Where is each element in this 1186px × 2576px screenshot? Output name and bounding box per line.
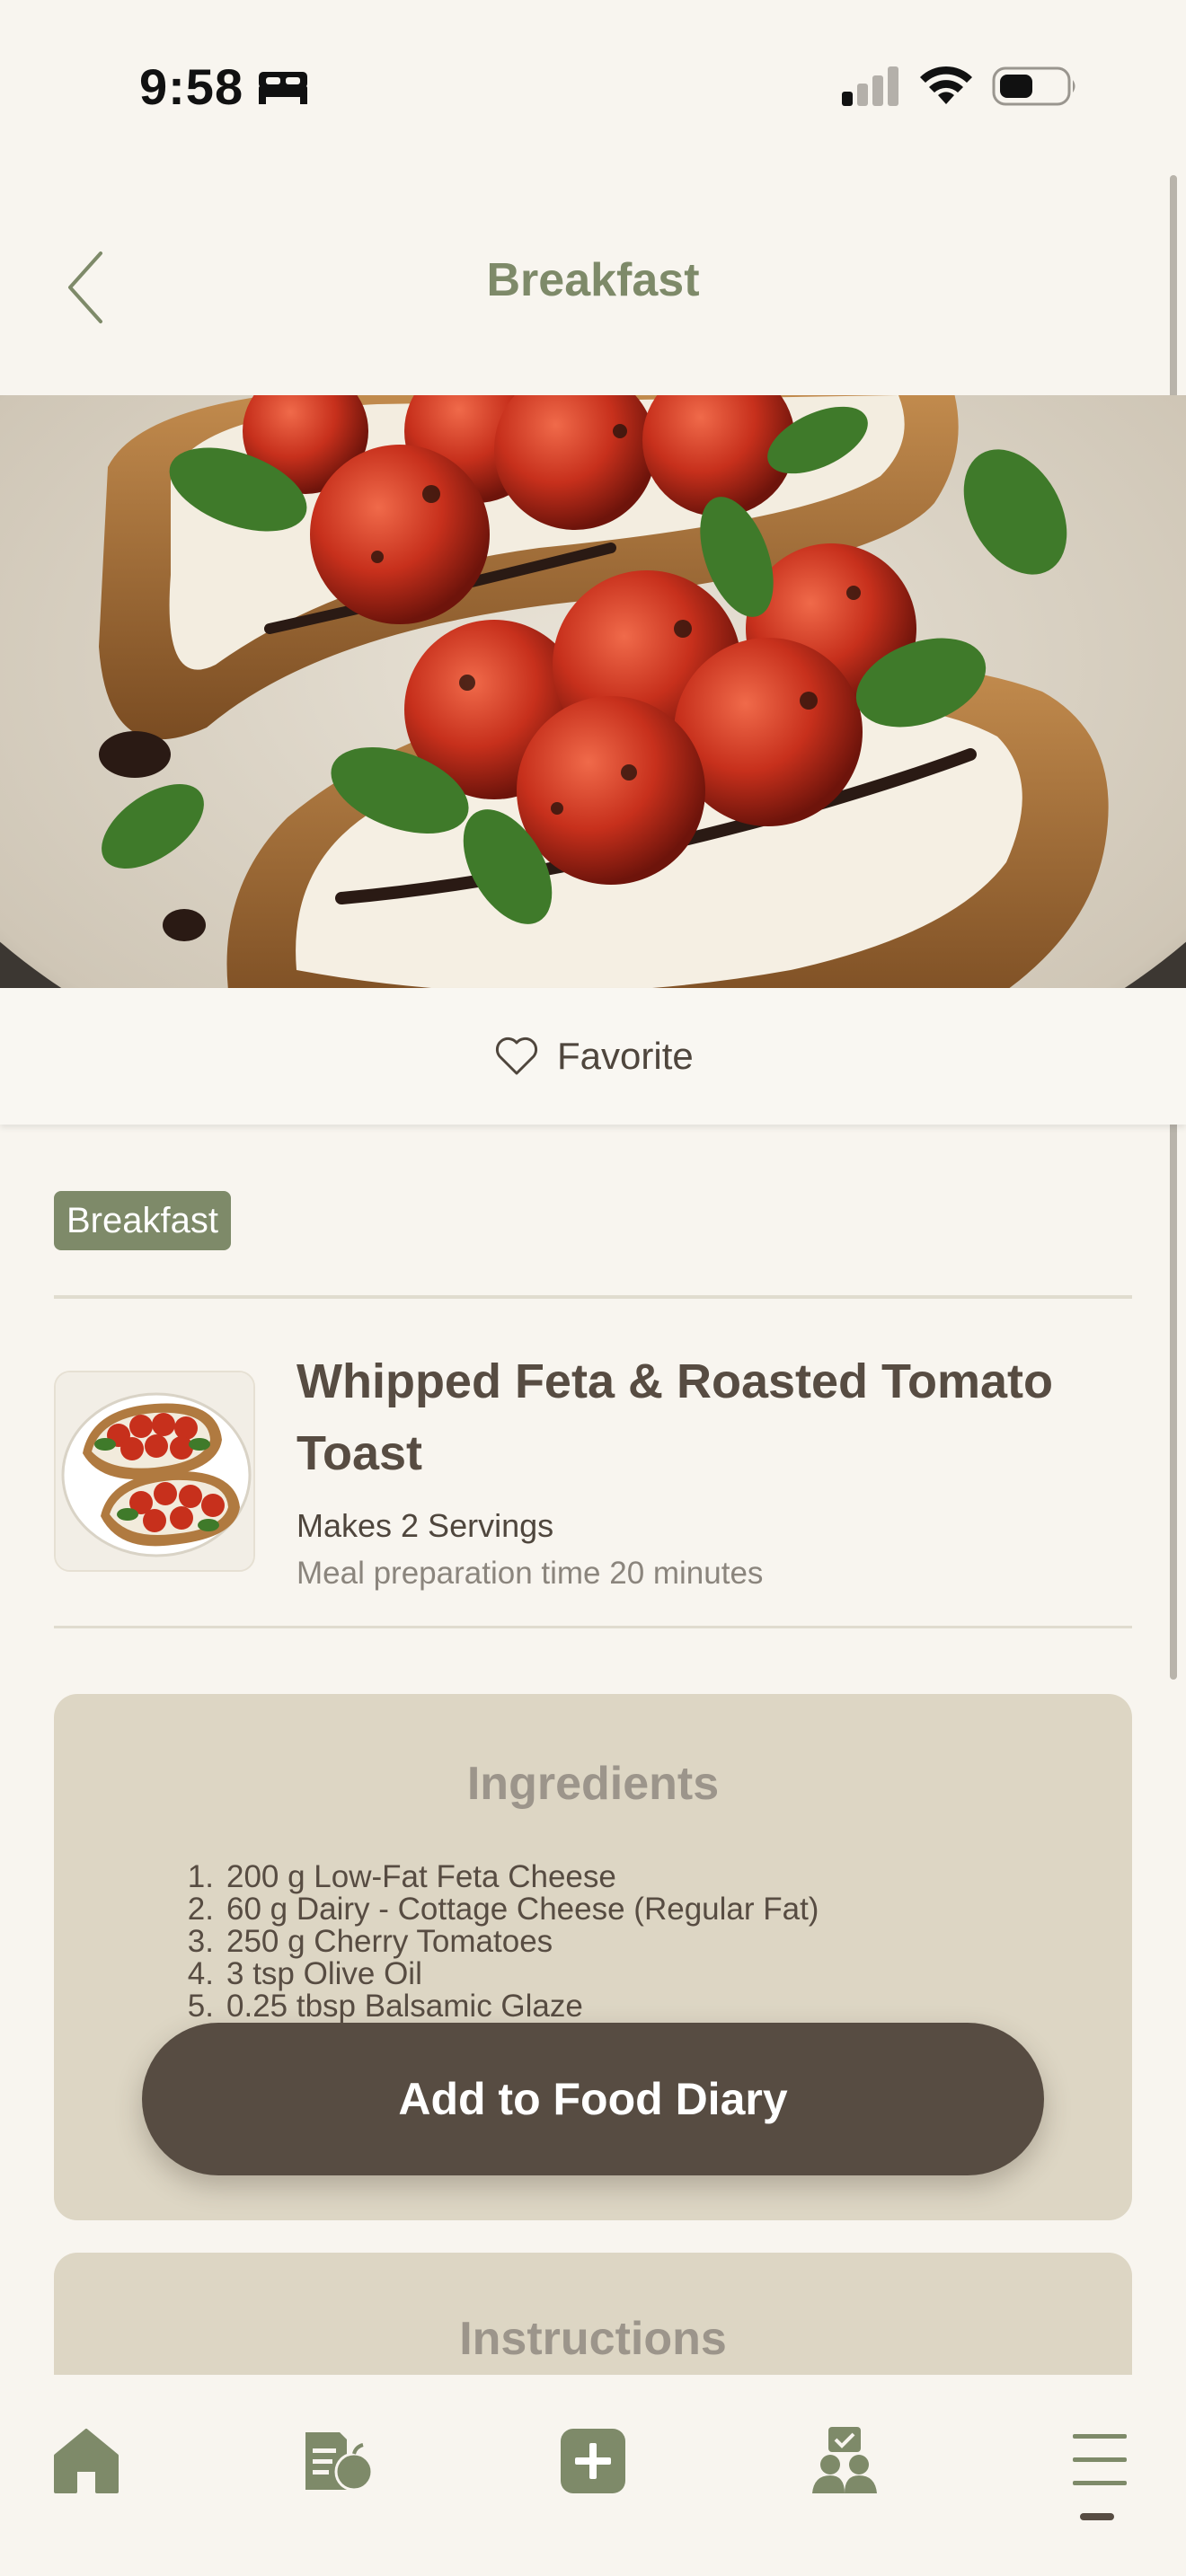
recipe-detail-screen: 9:58 Breakfast Favorite Breakfast Whippe…: [0, 0, 1186, 2576]
divider: [54, 1295, 1132, 1299]
wifi-icon: [920, 66, 972, 104]
header: Breakfast: [0, 171, 1186, 395]
recipe-title: Whipped Feta & Roasted Tomato Toast: [296, 1354, 1054, 1480]
favorite-button[interactable]: Favorite: [494, 1031, 694, 1081]
ingredient-list: 1. 200 g Low-Fat Feta Cheese 2. 60 g Dairy…: [171, 1861, 1069, 2023]
bottom-nav: [0, 2375, 1186, 2576]
signal-icon: [842, 66, 898, 106]
list-number: 3.: [187, 1924, 214, 1959]
ingredient-text: 60 g Dairy - Cottage Cheese (Regular Fat…: [226, 1892, 819, 1927]
menu-icon[interactable]: [1064, 2425, 1136, 2497]
recipe-hero-image: [0, 395, 1186, 988]
battery-icon: [992, 66, 1075, 106]
favorite-bar: Favorite: [0, 988, 1186, 1125]
recipe-thumbnail: [54, 1371, 255, 1572]
ingredients-title: Ingredients: [466, 1758, 720, 1810]
list-number: 1.: [187, 1859, 214, 1894]
instructions-title: Instructions: [459, 2313, 727, 2365]
add-icon[interactable]: [557, 2425, 629, 2497]
servings-text: Makes 2 Servings: [296, 1507, 554, 1544]
list-item: 5. 0.25 tbsp Balsamic Glaze: [171, 1990, 1069, 2023]
add-to-food-diary-button[interactable]: Add to Food Diary: [142, 2023, 1044, 2175]
category-tag: Breakfast: [54, 1191, 231, 1250]
page-title: Breakfast: [486, 254, 700, 306]
list-item: 4. 3 tsp Olive Oil: [171, 1958, 1069, 1990]
home-icon[interactable]: [50, 2425, 122, 2497]
list-item: 2. 60 g Dairy - Cottage Cheese (Regular F…: [171, 1893, 1069, 1926]
list-item: 3. 250 g Cherry Tomatoes: [171, 1926, 1069, 1958]
list-item: 1. 200 g Low-Fat Feta Cheese: [171, 1861, 1069, 1893]
list-number: 4.: [187, 1956, 214, 1991]
ingredient-text: 0.25 tbsp Balsamic Glaze: [226, 1989, 583, 2024]
favorite-label: Favorite: [557, 1035, 694, 1077]
list-number: 2.: [187, 1892, 214, 1927]
community-icon[interactable]: [809, 2425, 881, 2497]
ingredient-text: 250 g Cherry Tomatoes: [226, 1924, 553, 1959]
ingredient-text: 200 g Low-Fat Feta Cheese: [226, 1859, 616, 1894]
food-diary-icon[interactable]: [302, 2425, 374, 2497]
prep-time-text: Meal preparation time 20 minutes: [296, 1556, 764, 1591]
list-number: 5.: [187, 1989, 214, 2024]
status-bar: 9:58: [0, 0, 1186, 171]
status-time: 9:58: [139, 58, 244, 115]
heart-outline-icon: [495, 1037, 538, 1075]
ingredient-text: 3 tsp Olive Oil: [226, 1956, 422, 1991]
divider: [54, 1626, 1132, 1628]
sleep-icon: [259, 72, 307, 104]
active-tab-indicator: [1080, 2513, 1114, 2520]
